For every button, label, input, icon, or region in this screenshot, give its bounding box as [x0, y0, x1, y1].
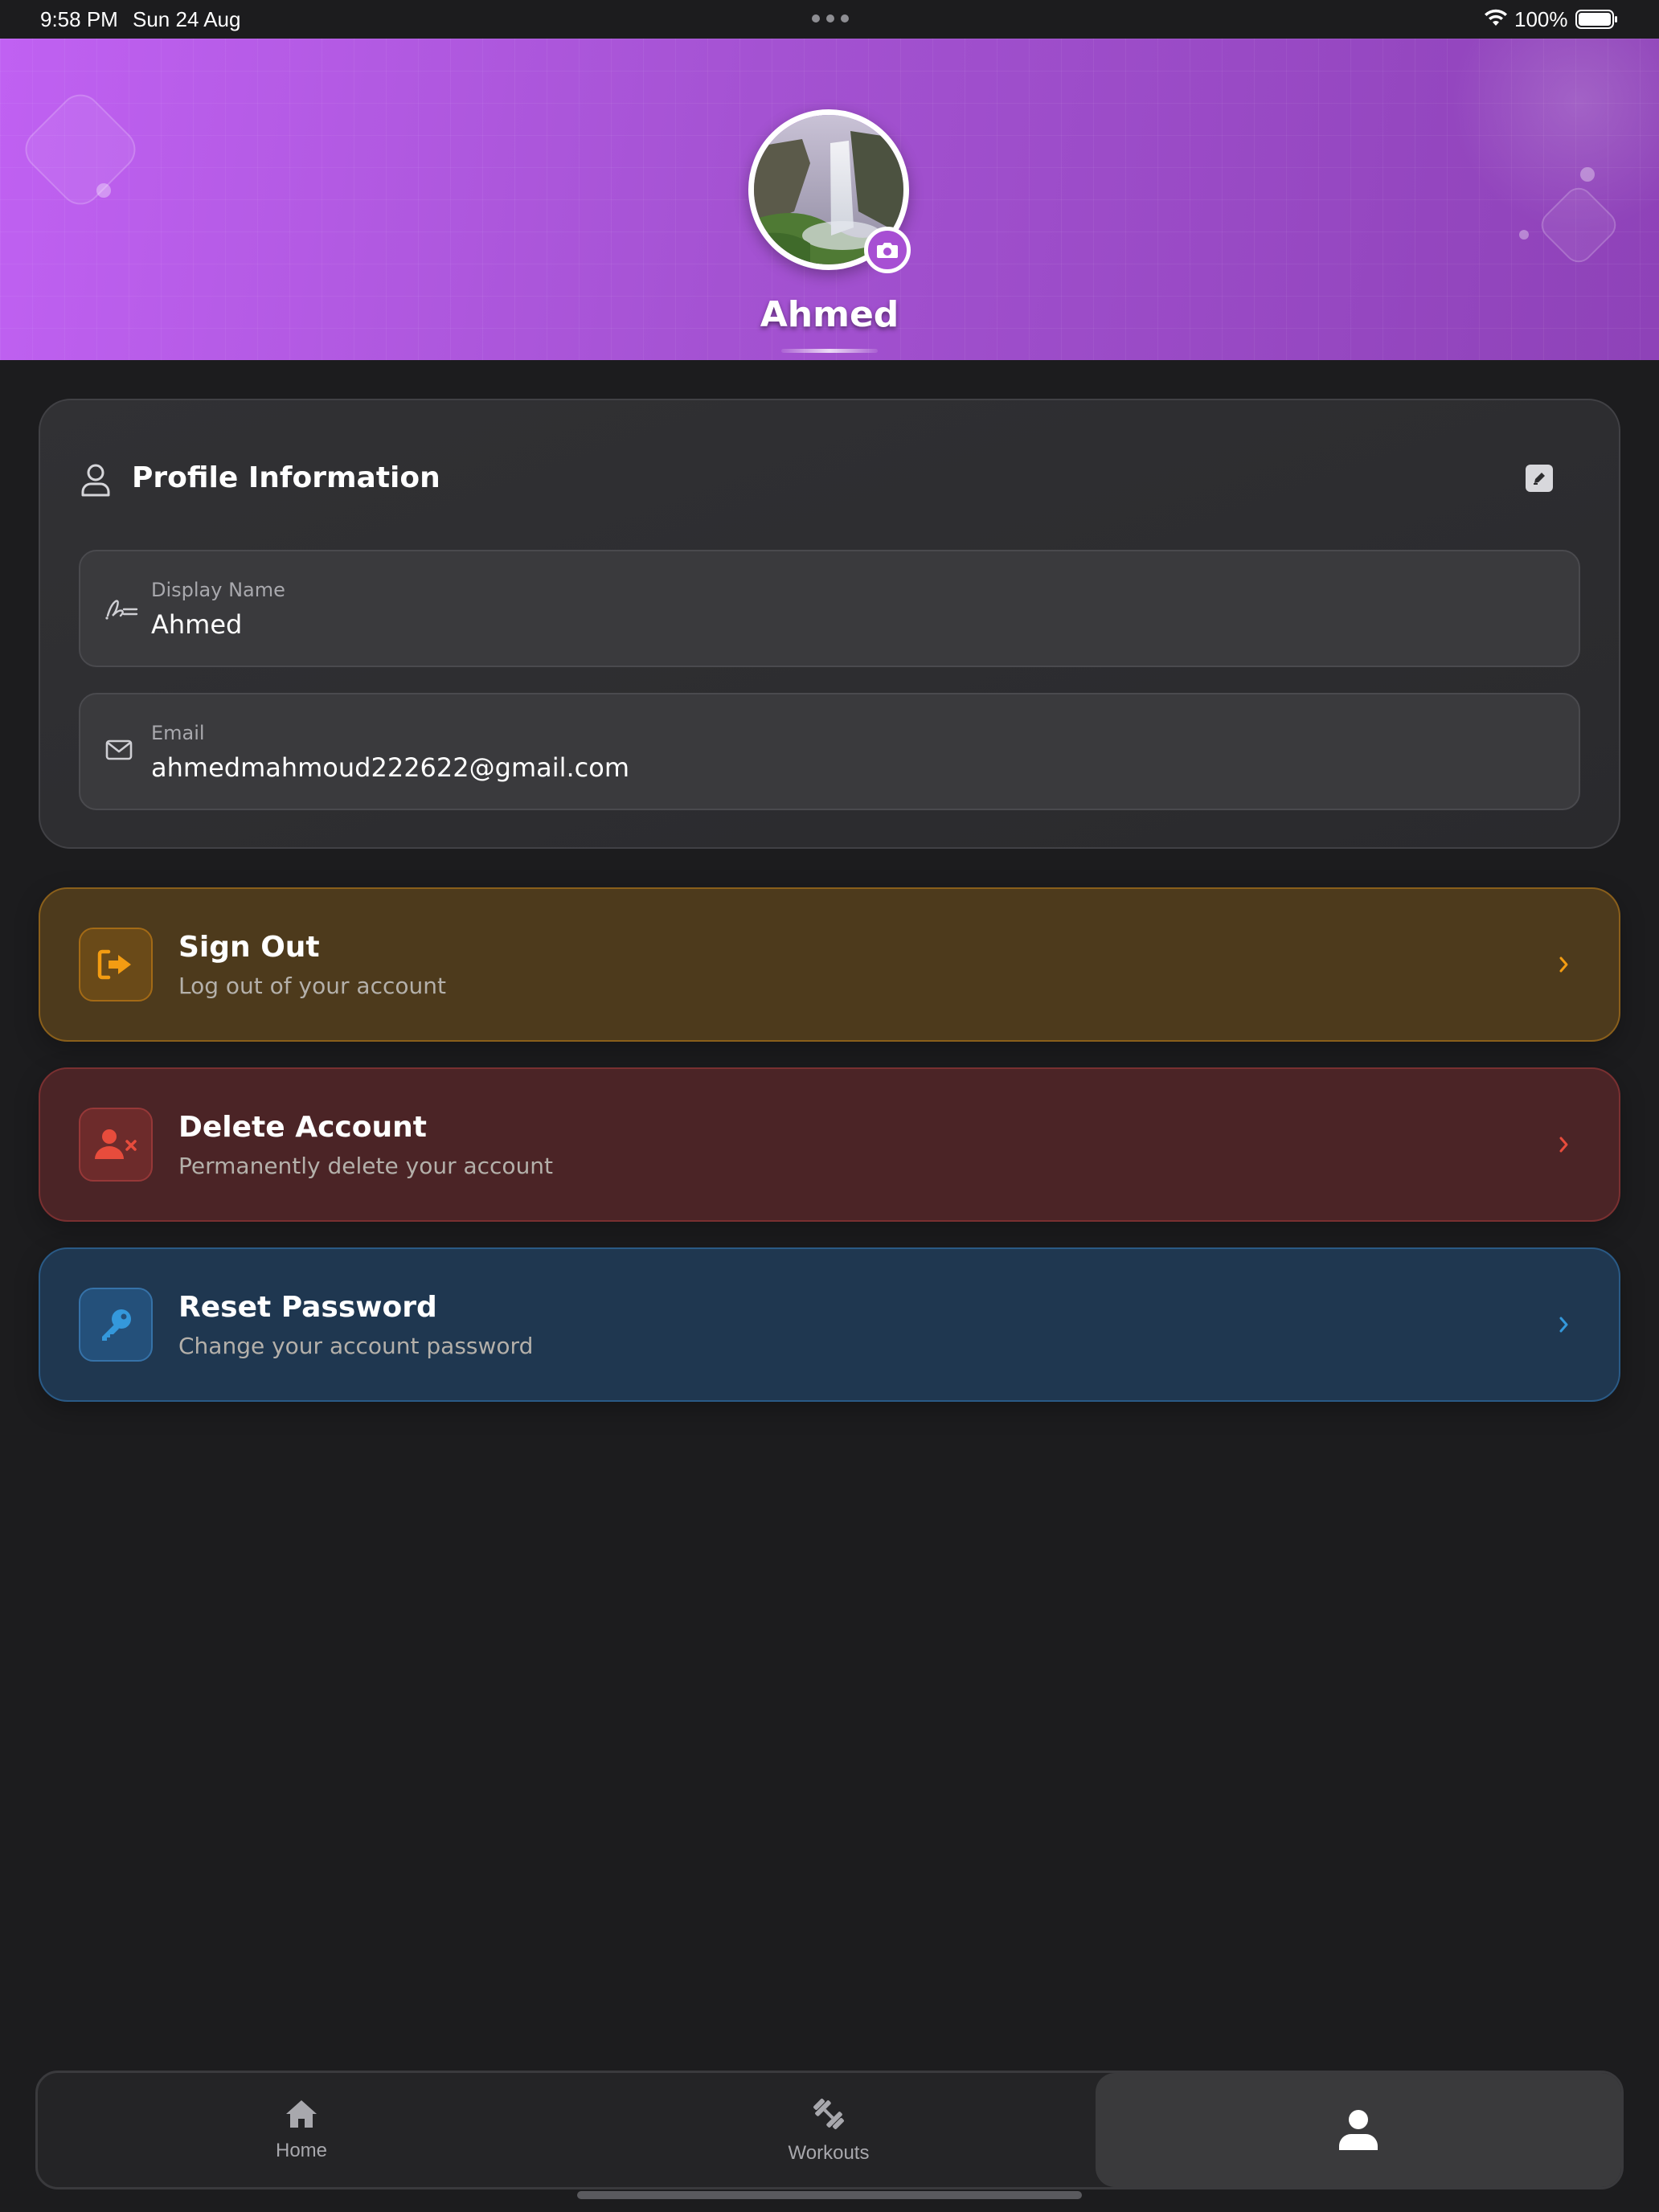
- profile-name: Ahmed: [760, 294, 899, 335]
- mail-icon: [105, 739, 133, 760]
- bottom-navigation: Home Workouts: [35, 2071, 1624, 2189]
- status-bar: 9:58 PM Sun 24 Aug 100%: [0, 0, 1659, 39]
- profile-header: Ahmed: [0, 39, 1659, 360]
- avatar-container[interactable]: [748, 109, 911, 273]
- chevron-right-icon: [1559, 1317, 1568, 1333]
- status-time: 9:58 PM: [40, 7, 118, 31]
- delete-account-title: Delete Account: [178, 1111, 427, 1144]
- user-delete-icon: [95, 1129, 137, 1159]
- reset-password-subtitle: Change your account password: [178, 1333, 534, 1359]
- delete-account-icon-tile: [79, 1108, 153, 1182]
- display-name-field[interactable]: Display Name Ahmed: [79, 550, 1580, 667]
- display-name-value: Ahmed: [151, 609, 243, 640]
- chevron-right-icon: [1559, 1137, 1568, 1153]
- email-value: ahmedmahmoud222622@gmail.com: [151, 752, 630, 783]
- dumbbell-icon: [813, 2099, 844, 2129]
- profile-information-card: Profile Information Display Name Ahmed E…: [39, 399, 1620, 849]
- name-underline-decoration: [781, 349, 878, 353]
- email-label: Email: [151, 722, 205, 744]
- reset-password-title: Reset Password: [178, 1291, 437, 1324]
- nav-home[interactable]: Home: [38, 2073, 565, 2187]
- edit-profile-button[interactable]: [1526, 465, 1553, 492]
- sign-out-icon: [97, 949, 131, 980]
- nav-profile[interactable]: [1096, 2073, 1621, 2187]
- person-icon: [1339, 2110, 1378, 2150]
- chevron-right-icon: [1559, 956, 1568, 973]
- battery-percent: 100%: [1514, 7, 1568, 31]
- battery-icon: [1575, 10, 1617, 29]
- wifi-icon: [1485, 9, 1507, 26]
- nav-workouts-label: Workouts: [788, 2142, 870, 2164]
- reset-password-icon-tile: [79, 1288, 153, 1362]
- person-outline-icon: [81, 464, 110, 497]
- card-title: Profile Information: [132, 461, 440, 494]
- sign-out-title: Sign Out: [178, 931, 320, 964]
- delete-account-button[interactable]: Delete Account Permanently delete your a…: [39, 1067, 1620, 1222]
- decorative-dot: [1519, 230, 1529, 240]
- sign-out-button[interactable]: Sign Out Log out of your account: [39, 887, 1620, 1042]
- home-icon: [286, 2100, 317, 2128]
- edit-icon: [1534, 473, 1545, 485]
- multitasking-dots-icon[interactable]: [812, 14, 849, 23]
- nav-workouts[interactable]: Workouts: [565, 2073, 1092, 2187]
- camera-icon: [877, 243, 898, 258]
- home-indicator[interactable]: [577, 2191, 1082, 2199]
- delete-account-subtitle: Permanently delete your account: [178, 1153, 554, 1179]
- nav-home-label: Home: [275, 2140, 328, 2161]
- decorative-dot: [1580, 167, 1595, 182]
- decorative-dot: [96, 183, 111, 198]
- email-field[interactable]: Email ahmedmahmoud222622@gmail.com: [79, 693, 1580, 810]
- change-photo-button[interactable]: [864, 227, 911, 273]
- sign-out-subtitle: Log out of your account: [178, 973, 446, 999]
- sign-out-icon-tile: [79, 928, 153, 1002]
- reset-password-button[interactable]: Reset Password Change your account passw…: [39, 1247, 1620, 1402]
- display-name-label: Display Name: [151, 579, 285, 601]
- key-icon: [102, 1309, 131, 1341]
- status-date: Sun 24 Aug: [133, 7, 241, 31]
- signature-icon: [105, 600, 138, 620]
